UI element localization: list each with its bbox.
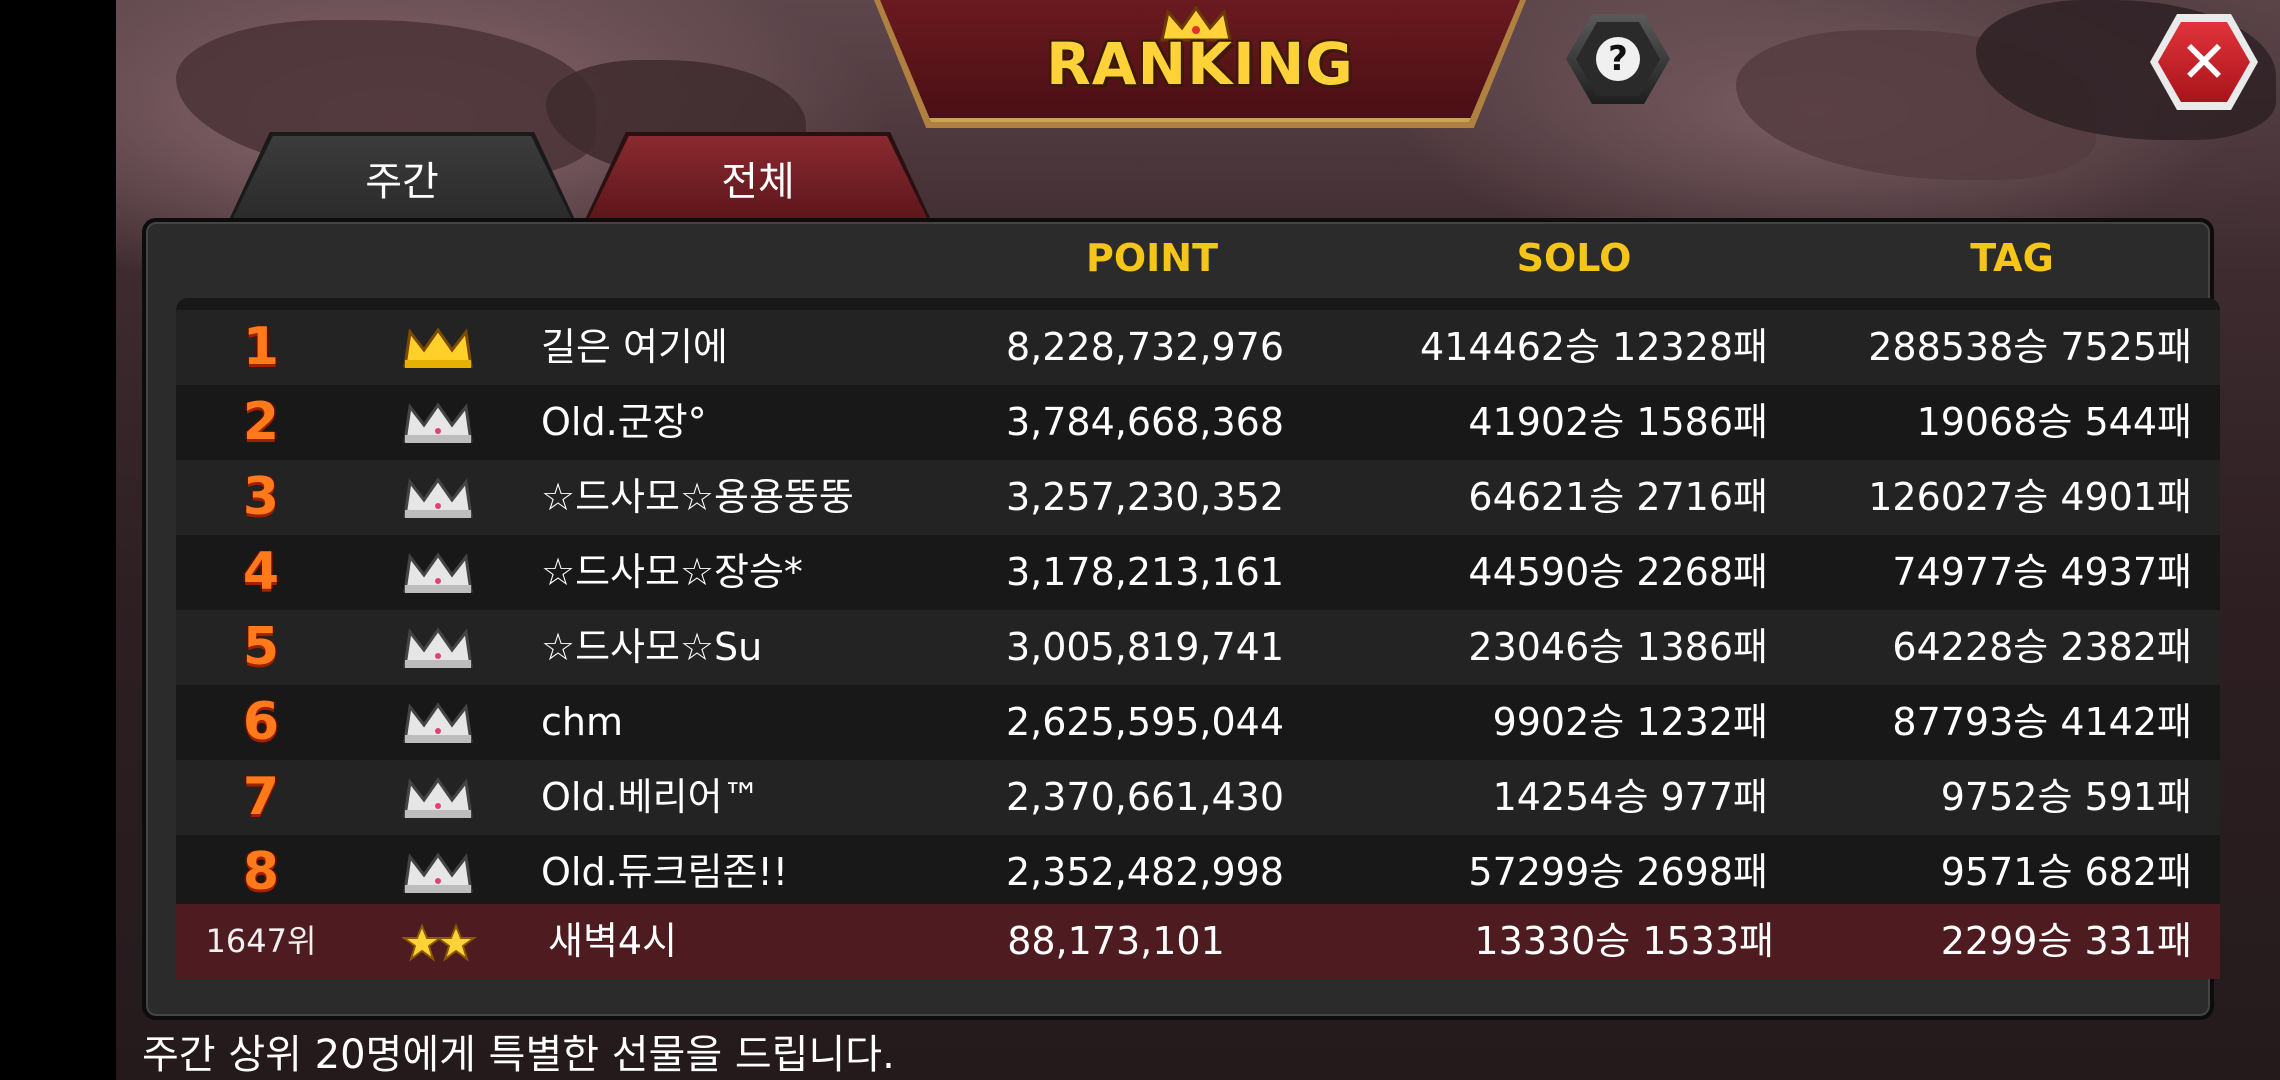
- player-solo-record: 57299승 2698패: [1468, 850, 1768, 894]
- player-solo-record: 23046승 1386패: [1468, 625, 1768, 669]
- player-point: 3,784,668,368: [1005, 400, 1284, 444]
- player-tag-record: 126027승 4901패: [1868, 475, 2192, 519]
- rank-number: 7: [242, 767, 280, 827]
- my-ranking-row[interactable]: 1647위 새벽4시 88,173,101 13330승 1533패 2299승…: [176, 904, 2220, 979]
- ranking-row[interactable]: 7 Old.베리어™ 2,370,661,430 14254승 977패 975…: [176, 760, 2220, 835]
- player-point: 2,352,482,998: [1005, 850, 1284, 894]
- rank-number: 3: [242, 467, 280, 527]
- gold-crown-icon: [398, 310, 478, 385]
- tab-weekly-label: 주간: [365, 159, 439, 205]
- column-header-solo: SOLO: [1516, 236, 1632, 280]
- player-point: 8,228,732,976: [1005, 325, 1284, 369]
- ranking-row[interactable]: 6 chm 2,625,595,044 9902승 1232패 87793승 4…: [176, 685, 2220, 760]
- player-point: 3,257,230,352: [1005, 475, 1284, 519]
- rank-number: 5: [242, 617, 280, 677]
- column-header-tag: TAG: [1970, 236, 2054, 280]
- tab-all-label: 전체: [721, 159, 795, 205]
- ranking-row[interactable]: 4 ☆드사모☆장승* 3,178,213,161 44590승 2268패 74…: [176, 535, 2220, 610]
- rank-number: 2: [242, 392, 280, 452]
- silver-crown-icon: [398, 385, 478, 460]
- silver-crown-icon: [398, 685, 478, 760]
- player-tag-record: 9752승 591패: [1940, 775, 2192, 819]
- player-solo-record: 41902승 1586패: [1468, 400, 1768, 444]
- player-solo-record: 9902승 1232패: [1492, 700, 1768, 744]
- silver-crown-icon: [398, 835, 478, 910]
- tab-all[interactable]: 전체: [588, 136, 928, 220]
- player-solo-record: 14254승 977패: [1492, 775, 1768, 819]
- rank-number: 4: [242, 542, 280, 602]
- player-name: ☆드사모☆장승*: [541, 550, 803, 594]
- player-tag-record: 74977승 4937패: [1892, 550, 2192, 594]
- silver-crown-icon: [398, 760, 478, 835]
- tab-weekly[interactable]: 주간: [232, 136, 572, 220]
- player-tag-record: 9571승 682패: [1940, 850, 2192, 894]
- two-stars-icon: [398, 904, 478, 979]
- silver-crown-icon: [398, 535, 478, 610]
- ranking-row[interactable]: 3 ☆드사모☆용용뚱뚱 3,257,230,352 64621승 2716패 1…: [176, 460, 2220, 535]
- ranking-row[interactable]: 5 ☆드사모☆Su 3,005,819,741 23046승 1386패 642…: [176, 610, 2220, 685]
- my-point: 88,173,101: [1007, 919, 1225, 963]
- player-name: ☆드사모☆용용뚱뚱: [541, 475, 854, 519]
- player-name: Old.베리어™: [541, 775, 761, 819]
- player-solo-record: 44590승 2268패: [1468, 550, 1768, 594]
- player-solo-record: 414462승 12328패: [1420, 325, 1768, 369]
- page-title: RANKING: [1046, 30, 1354, 98]
- my-solo-record: 13330승 1533패: [1474, 919, 1774, 963]
- my-name: 새벽4시: [548, 919, 678, 963]
- player-name: 길은 여기에: [541, 325, 728, 369]
- player-point: 3,178,213,161: [1005, 550, 1284, 594]
- player-solo-record: 64621승 2716패: [1468, 475, 1768, 519]
- player-name: Old.군장°: [541, 400, 707, 444]
- player-point: 2,625,595,044: [1005, 700, 1284, 744]
- ranking-row[interactable]: 2 Old.군장° 3,784,668,368 41902승 1586패 190…: [176, 385, 2220, 460]
- question-mark-icon: ?: [1596, 37, 1640, 81]
- player-tag-record: 288538승 7525패: [1868, 325, 2192, 369]
- player-tag-record: 19068승 544패: [1916, 400, 2192, 444]
- player-tag-record: 87793승 4142패: [1892, 700, 2192, 744]
- rank-number: 1: [242, 317, 280, 377]
- player-name: Old.듀크림존!!: [541, 850, 788, 894]
- player-point: 3,005,819,741: [1005, 625, 1284, 669]
- close-icon: ✕: [2179, 28, 2229, 96]
- rank-number: 8: [242, 842, 280, 902]
- silver-crown-icon: [398, 460, 478, 535]
- ranking-row[interactable]: 8 Old.듀크림존!! 2,352,482,998 57299승 2698패 …: [176, 835, 2220, 910]
- rank-number: 6: [242, 692, 280, 752]
- reward-notice: 주간 상위 20명에게 특별한 선물을 드립니다.: [142, 1032, 895, 1078]
- column-header-point: POINT: [1085, 236, 1219, 280]
- player-name: chm: [541, 700, 623, 744]
- my-rank: 1647위: [205, 922, 317, 960]
- player-name: ☆드사모☆Su: [541, 625, 763, 669]
- ranking-row[interactable]: 1 길은 여기에 8,228,732,976 414462승 12328패 28…: [176, 310, 2220, 385]
- player-point: 2,370,661,430: [1005, 775, 1284, 819]
- my-tag-record: 2299승 331패: [1940, 919, 2192, 963]
- player-tag-record: 64228승 2382패: [1892, 625, 2192, 669]
- silver-crown-icon: [398, 610, 478, 685]
